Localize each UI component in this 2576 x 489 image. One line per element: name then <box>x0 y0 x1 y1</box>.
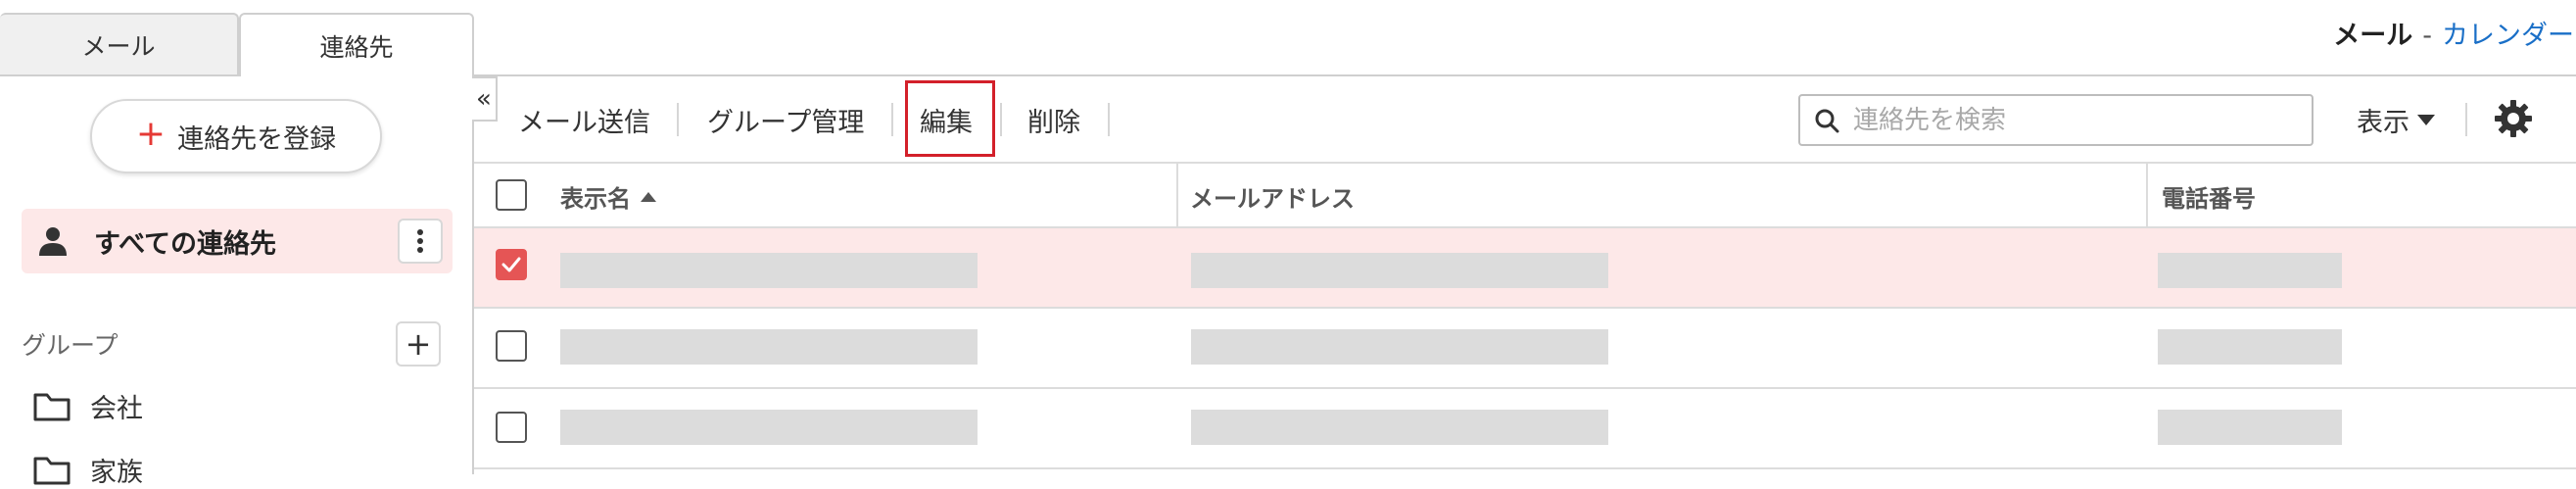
row-divider <box>474 307 2576 309</box>
name-cell-placeholder <box>560 410 978 445</box>
column-header-email[interactable]: メールアドレス <box>1190 179 1355 214</box>
sidebar-group-family[interactable]: 家族 <box>33 451 143 489</box>
name-cell-placeholder <box>560 329 978 365</box>
group-manage-button[interactable]: グループ管理 <box>707 101 864 139</box>
name-cell-placeholder <box>560 253 978 288</box>
double-chevron-left-icon: « <box>476 84 492 114</box>
all-contacts-label: すべての連絡先 <box>94 228 277 260</box>
vertical-dots-icon <box>417 229 423 253</box>
sort-ascending-icon <box>641 191 656 202</box>
column-header-phone[interactable]: 電話番号 <box>2162 179 2256 214</box>
row-checkbox-checked[interactable] <box>496 249 527 280</box>
tab-mail[interactable]: メール <box>0 13 239 74</box>
table-top-border <box>474 162 2576 164</box>
person-icon <box>39 227 67 256</box>
email-cell-placeholder <box>1191 253 1608 288</box>
app-switch-separator: - <box>2422 21 2432 51</box>
column-header-name[interactable]: 表示名 <box>560 179 656 214</box>
toolbar-separator <box>891 103 893 136</box>
app-switch: メール - カレンダー <box>2333 14 2574 52</box>
group-label: 家族 <box>90 458 143 488</box>
main-top-border <box>472 74 2576 76</box>
search-input[interactable] <box>1851 104 2286 136</box>
more-options-button[interactable] <box>398 219 443 264</box>
gear-icon[interactable] <box>2494 99 2533 138</box>
calendar-link[interactable]: カレンダー <box>2442 21 2574 51</box>
tab-mail-label: メール <box>81 31 156 61</box>
select-all-checkbox[interactable] <box>496 179 527 211</box>
toolbar-separator <box>2465 103 2467 136</box>
folder-icon <box>33 457 71 484</box>
column-header-name-label: 表示名 <box>560 185 631 213</box>
caret-down-icon <box>2417 115 2435 125</box>
group-label: 会社 <box>90 394 143 424</box>
sidebar-item-all-contacts[interactable]: すべての連絡先 <box>22 209 453 273</box>
column-divider <box>1176 164 1178 226</box>
tab-contacts-label: 連絡先 <box>319 32 394 62</box>
column-header-phone-label: 電話番号 <box>2162 185 2256 213</box>
edit-button-highlight <box>905 80 995 157</box>
email-cell-placeholder <box>1191 410 1608 445</box>
folder-icon <box>33 393 71 420</box>
send-mail-button[interactable]: メール送信 <box>518 101 650 139</box>
delete-button[interactable]: 削除 <box>1027 101 1080 139</box>
tab-divider <box>0 74 239 76</box>
tab-contacts[interactable]: 連絡先 <box>239 13 474 76</box>
sidebar-group-company[interactable]: 会社 <box>33 387 143 425</box>
plus-icon: + <box>405 325 432 363</box>
column-divider <box>2146 164 2148 226</box>
view-menu-label: 表示 <box>2357 108 2409 138</box>
checkmark-icon <box>501 257 521 272</box>
toolbar-separator <box>1108 103 1110 136</box>
phone-cell-placeholder <box>2158 253 2342 288</box>
view-menu-button[interactable]: 表示 <box>2357 101 2435 139</box>
add-group-button[interactable]: + <box>396 321 441 367</box>
plus-icon: + <box>135 114 167 154</box>
column-header-email-label: メールアドレス <box>1190 185 1355 213</box>
phone-cell-placeholder <box>2158 329 2342 365</box>
search-field[interactable] <box>1798 94 2314 146</box>
row-checkbox[interactable] <box>496 412 527 443</box>
row-checkbox[interactable] <box>496 330 527 362</box>
collapse-sidebar-button[interactable]: « <box>472 76 498 122</box>
row-divider <box>474 387 2576 389</box>
app-switch-current: メール <box>2333 21 2413 51</box>
groups-heading: グループ <box>22 331 119 360</box>
email-cell-placeholder <box>1191 329 1608 365</box>
toolbar-separator <box>1000 103 1002 136</box>
toolbar-separator <box>677 103 679 136</box>
phone-cell-placeholder <box>2158 410 2342 445</box>
register-contact-label: 連絡先を登録 <box>177 123 337 155</box>
row-divider <box>474 467 2576 469</box>
search-icon <box>1815 109 1839 132</box>
register-contact-button[interactable]: + 連絡先を登録 <box>90 99 382 173</box>
